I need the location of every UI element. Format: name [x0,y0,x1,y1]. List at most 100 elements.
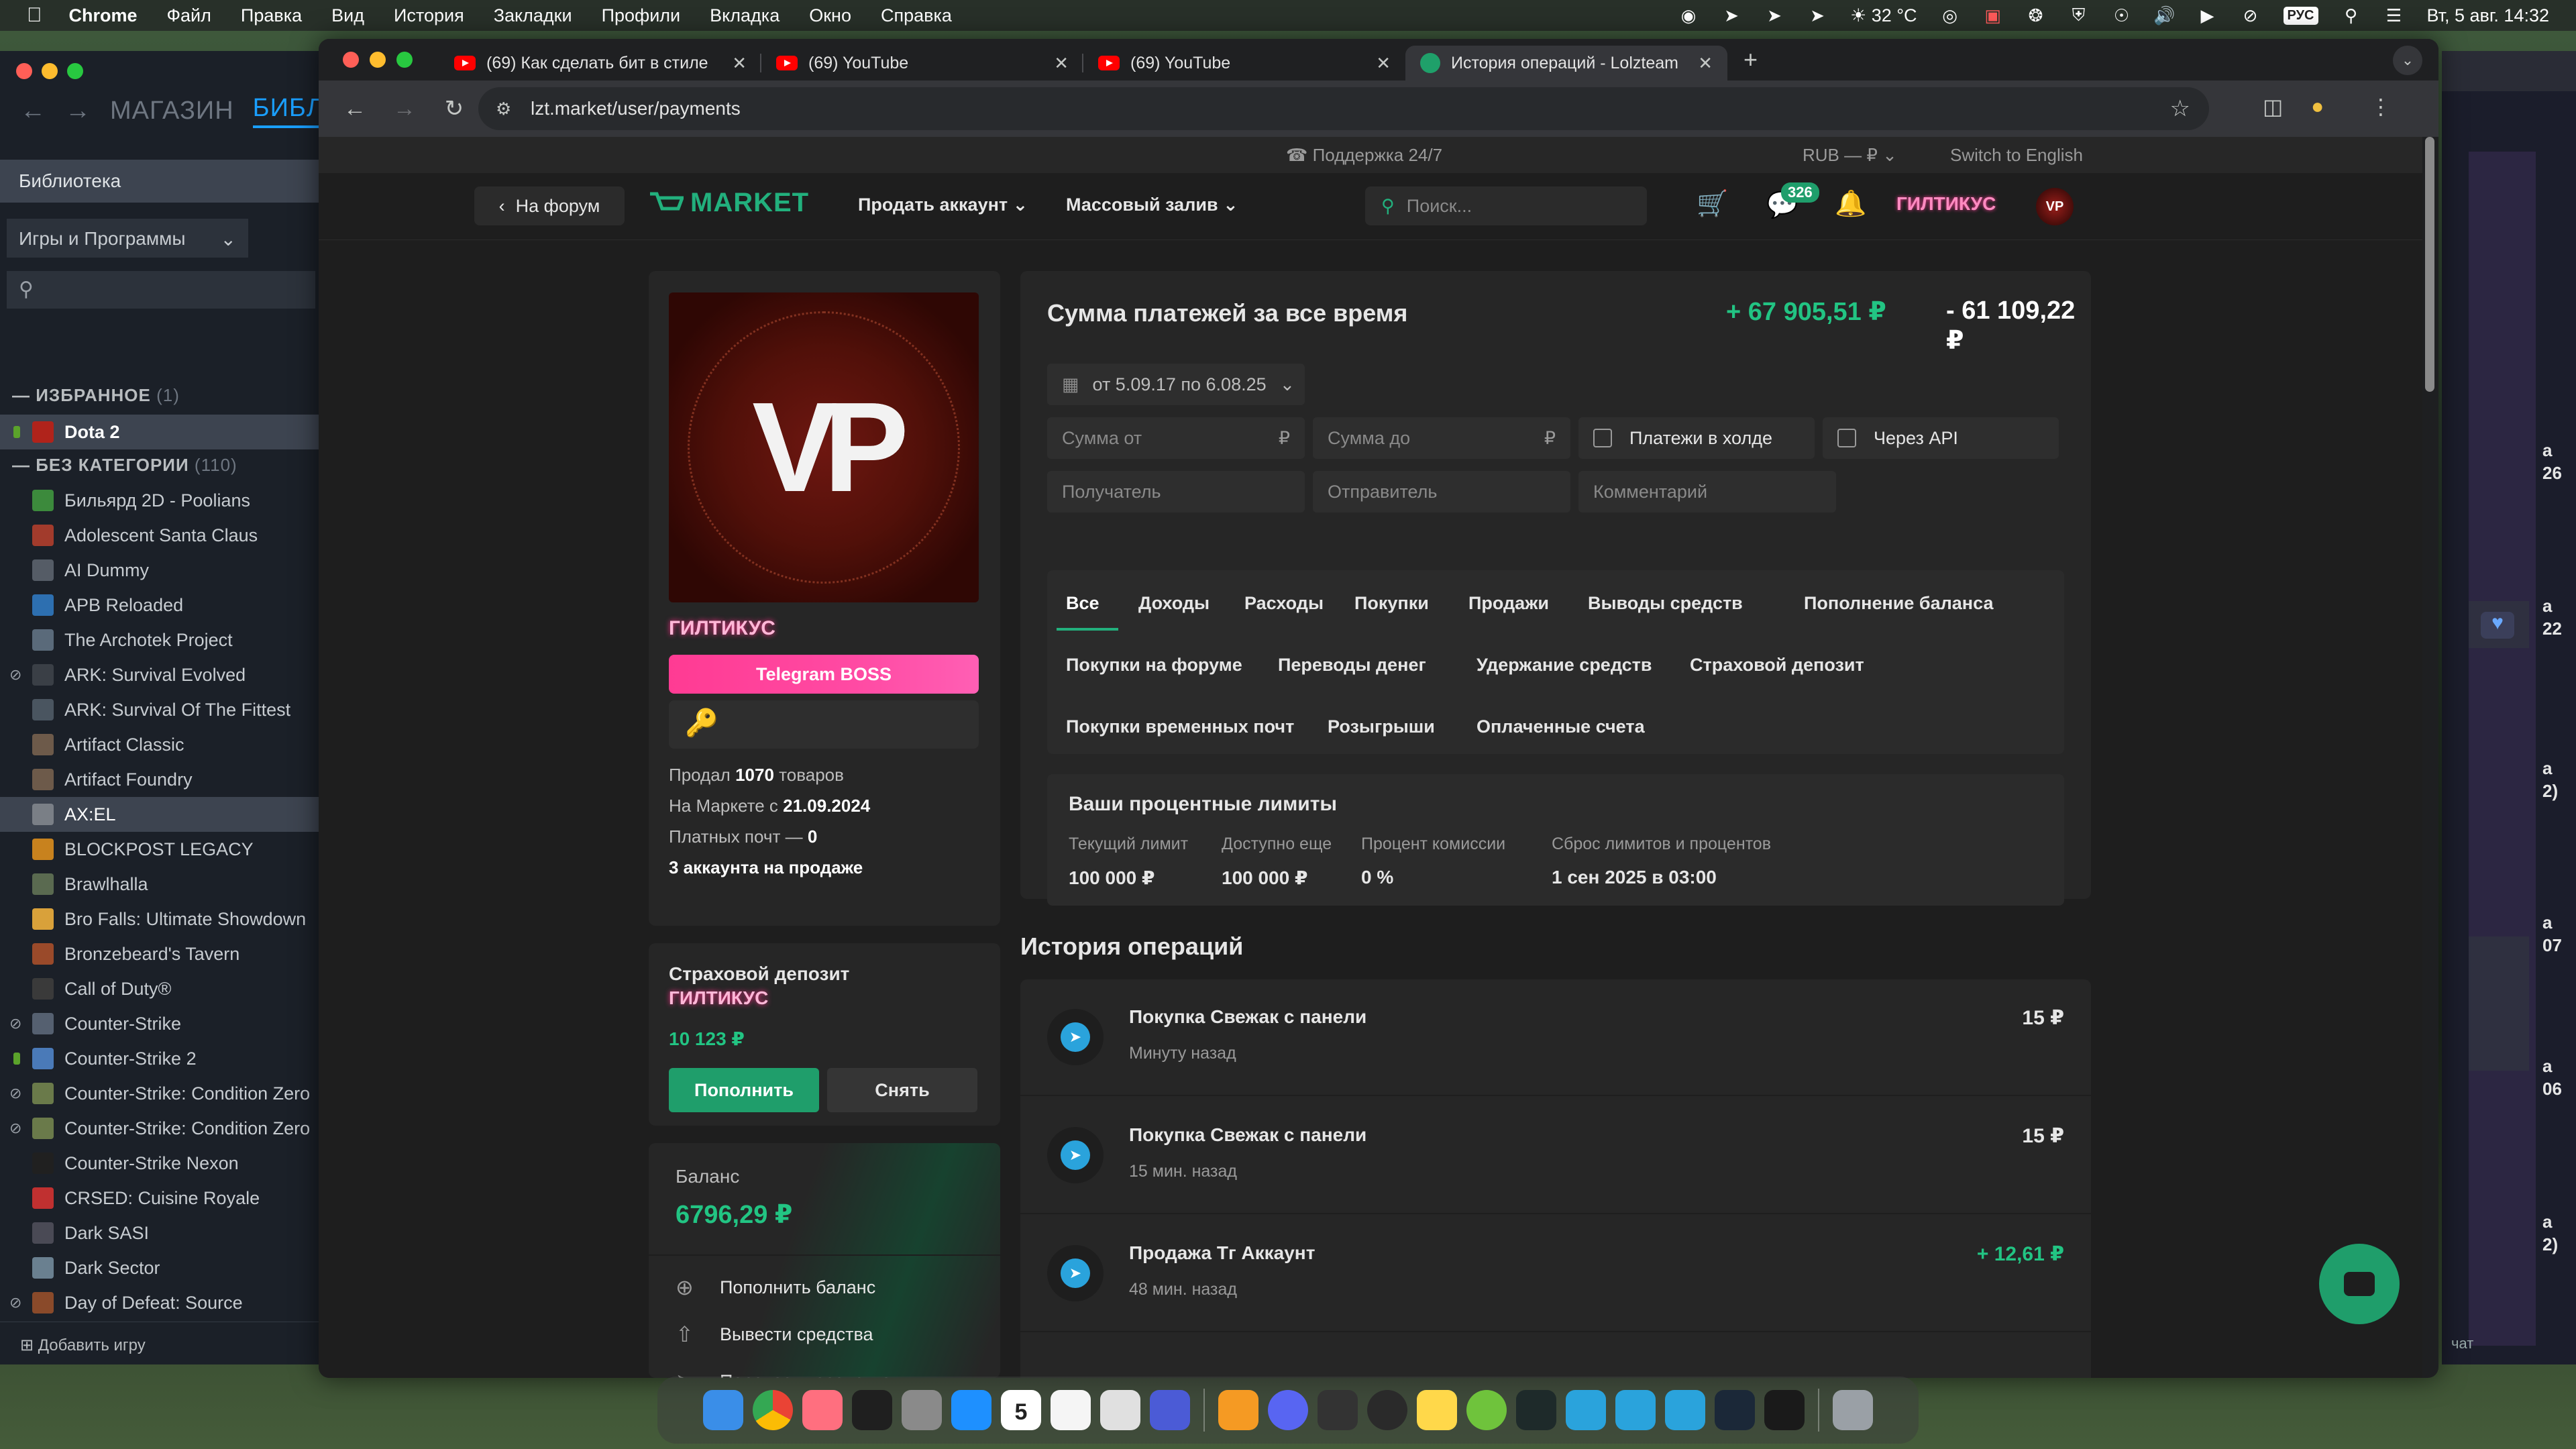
tab-income[interactable]: Доходы [1138,593,1210,614]
sum-from-input[interactable]: Сумма от ₽ [1047,417,1305,459]
steam-game-item[interactable]: Call of Duty® [0,971,319,1006]
steam-game-item[interactable]: Brawlhalla [0,867,319,902]
apple-icon[interactable]:  [27,4,42,27]
tab-temp-mail-purchases[interactable]: Покупки временных почт [1066,716,1294,737]
tab-purchases[interactable]: Покупки [1354,593,1429,614]
list-item[interactable]: ➤ Покупка Свежак с панели Минуту назад 1… [1020,979,2091,1096]
menu-help[interactable]: Справка [881,5,952,26]
minimize-window-icon[interactable] [370,52,386,68]
support-link[interactable]: ☎ Поддержка 24/7 [1286,145,1442,166]
back-arrow-icon[interactable]: ← [341,96,368,122]
steam-game-item[interactable]: ⊘ Counter-Strike: Condition Zero [0,1076,319,1111]
dock-trash-icon[interactable] [1833,1390,1873,1430]
tab-search-chevron-icon[interactable]: ⌄ [2393,46,2422,75]
chrome-menu-icon[interactable]: ⋮ [2370,94,2392,119]
date-range-picker[interactable]: ▦ от 5.09.17 по 6.08.25 ⌄ [1047,364,1305,405]
steam-game-item[interactable]: Artifact Foundry [0,762,319,797]
menu-history[interactable]: История [394,5,464,26]
volume-icon[interactable]: 🔊 [2153,5,2175,25]
forward-arrow-icon[interactable]: → [391,96,418,122]
sum-to-input[interactable]: Сумма до ₽ [1313,417,1570,459]
tab-forum-purchases[interactable]: Покупки на форуме [1066,655,1242,676]
back-arrow-icon[interactable]: ← [20,97,46,125]
steam-filter-select[interactable]: Игры и Программы ⌄ [7,219,248,258]
deposit-withdraw-button[interactable]: Снять [827,1068,977,1112]
close-tab-icon[interactable]: ✕ [1054,53,1069,74]
back-to-forum-button[interactable]: ‹ На форум [474,186,625,225]
nav-mass-upload[interactable]: Массовый залив ⌄ [1066,195,1238,215]
steam-library-label[interactable]: Библиотека [0,160,319,203]
key-badge-icon[interactable]: 🔑 [685,708,718,738]
dock-launchpad-icon[interactable] [1100,1390,1140,1430]
market-logo[interactable]: MARKET [649,188,809,218]
menu-window[interactable]: Окно [809,5,851,26]
dock-arc-icon[interactable] [802,1390,843,1430]
control-center-icon[interactable]: ☰ [2384,5,2404,25]
tab-expenses[interactable]: Расходы [1244,593,1324,614]
dock-notes-icon[interactable] [1051,1390,1091,1430]
close-tab-icon[interactable]: ✕ [732,53,747,74]
dock-settings-icon[interactable] [902,1390,942,1430]
steam-game-item[interactable]: Adolescent Santa Claus [0,518,319,553]
steam-game-item[interactable]: AI Dummy [0,553,319,588]
notifications-bell-icon[interactable]: 🔔 [1835,189,1866,219]
dock-sublime-icon[interactable] [1218,1390,1258,1430]
dock-utorrent-icon[interactable] [1466,1390,1507,1430]
steam-game-item[interactable]: APB Reloaded [0,588,319,623]
menu-app-chrome[interactable]: Chrome [69,5,138,26]
tab-youtube-1[interactable]: (69) Как сделать бит в стиле ✕ [439,46,761,80]
dock-telegram-2-icon[interactable] [1615,1390,1656,1430]
currency-select[interactable]: RUB — ₽ ⌄ [1803,145,1897,166]
tab-balance-topup[interactable]: Пополнение баланса [1804,593,1993,614]
menu-file[interactable]: Файл [167,5,211,26]
site-search-input[interactable]: ⚲ Поиск... [1365,186,1647,225]
comment-input[interactable]: Комментарий [1578,471,1836,513]
support-chat-button[interactable] [2319,1244,2400,1324]
steam-game-favorite[interactable]: Dota 2 [0,415,319,449]
tab-withdrawals[interactable]: Выводы средств [1588,593,1743,614]
shield-icon[interactable]: ⛨ [2069,5,2089,25]
menu-bookmarks[interactable]: Закладки [494,5,572,26]
dock-linear-icon[interactable] [1150,1390,1190,1430]
list-item[interactable]: ➤ Продажа Тг Аккаунт 48 мин. назад + 12,… [1020,1216,2091,1332]
tab-youtube-3[interactable]: (69) YouTube ✕ [1083,46,1405,80]
telegram-status-icon[interactable]: ➤ [1764,5,1784,25]
steam-search-input[interactable]: ⚲ [7,271,315,309]
tab-money-transfers[interactable]: Переводы денег [1278,655,1426,676]
header-username[interactable]: ГИЛТИКУС [1896,193,1996,215]
dock-notes-yellow-icon[interactable] [1417,1390,1457,1430]
shazam-icon[interactable]: ◉ [1678,5,1699,25]
menu-view[interactable]: Вид [331,5,364,26]
via-api-checkbox[interactable]: Через API [1823,417,2059,459]
play-icon[interactable]: ▶ [2198,5,2218,25]
list-item[interactable]: ➤ Покупка Свежак с панели 15 мин. назад … [1020,1097,2091,1214]
dock-finder-icon[interactable] [703,1390,743,1430]
telegram-status-icon[interactable]: ➤ [1721,5,1741,25]
tab-lolzteam-payments[interactable]: История операций - Lolzteam ✕ [1405,46,1727,80]
dock-mic-icon[interactable] [1318,1390,1358,1430]
tab-funds-hold[interactable]: Удержание средств [1477,655,1652,676]
steam-game-item[interactable]: Counter-Strike Nexon [0,1146,319,1181]
calendar-badge-icon[interactable]: ▣ [1983,5,2003,25]
spotlight-search-icon[interactable]: ⚲ [2341,5,2361,25]
withdraw-funds-link[interactable]: ⇧ Вывести средства [676,1322,873,1347]
extensions-puzzle-icon[interactable]: ◫ [2263,94,2283,119]
steam-uncategorized-header[interactable]: — БЕЗ КАТЕГОРИИ (110) [12,455,237,476]
steam-game-item[interactable]: The Archotek Project [0,623,319,657]
menubar-clock[interactable]: Вт, 5 авг. 14:32 [2427,5,2550,26]
wordpress-icon[interactable]: ☉ [2112,5,2132,25]
top-up-balance-link[interactable]: ⊕ Пополнить баланс [676,1275,875,1300]
dock-terminal-icon[interactable] [1764,1390,1805,1430]
maximize-window-icon[interactable] [396,52,413,68]
telegram-status-icon[interactable]: ➤ [1807,5,1827,25]
forward-arrow-icon[interactable]: → [65,97,91,125]
switch-language-link[interactable]: Switch to English [1950,145,2083,166]
steam-game-item[interactable]: Bro Falls: Ultimate Showdown [0,902,319,936]
tab-all[interactable]: Все [1066,593,1099,614]
dock-chrome-icon[interactable] [753,1390,793,1430]
close-tab-icon[interactable]: ✕ [1376,53,1391,74]
hold-payments-checkbox[interactable]: Платежи в холде [1578,417,1815,459]
menu-tab[interactable]: Вкладка [710,5,780,26]
vpn-icon[interactable]: ◎ [1940,5,1960,25]
menu-profiles[interactable]: Профили [602,5,681,26]
